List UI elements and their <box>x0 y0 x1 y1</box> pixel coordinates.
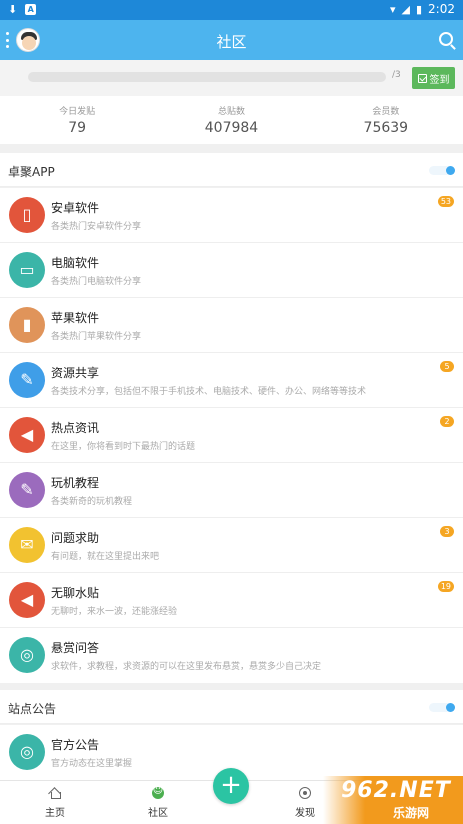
search-icon[interactable] <box>439 32 453 46</box>
lollipop-icon: ◎ <box>9 734 45 770</box>
forum-description: 无聊时，来水一波，还能涨经验 <box>51 607 178 617</box>
home-icon <box>49 787 61 799</box>
section-title: 卓聚APP <box>8 165 55 179</box>
forum-name: 官方公告 <box>51 738 100 752</box>
section-title: 站点公告 <box>8 702 57 716</box>
stat-label: 总贴数 <box>217 107 245 117</box>
forum-name: 悬赏问答 <box>51 641 100 655</box>
forum-description: 各类新奇的玩机教程 <box>51 497 133 507</box>
stat-value: 407984 <box>204 120 259 136</box>
signin-button[interactable]: 签到 <box>412 67 455 89</box>
forum-description: 各类热门苹果软件分享 <box>51 332 142 342</box>
new-post-button[interactable]: + <box>213 768 249 804</box>
megaphone-icon: ◀ <box>9 417 45 453</box>
forum-name: 玩机教程 <box>51 476 100 490</box>
signin-progress-bar <box>28 72 386 82</box>
forum-stats: 今日发贴 79 总贴数 407984 会员数 75639 <box>0 96 463 144</box>
forum-name: 无聊水贴 <box>51 586 100 600</box>
status-bar: ⬇ A ▾ ◢ ▮ 2:02 <box>0 0 463 20</box>
envelope-icon: ✉ <box>9 527 45 563</box>
download-icon: ⬇ <box>8 3 18 16</box>
forum-item[interactable]: ▭ 电脑软件各类热门电脑软件分享 <box>0 243 463 298</box>
app-header: 社区 <box>0 20 463 60</box>
discover-icon <box>299 787 311 799</box>
forum-description: 各类热门电脑软件分享 <box>51 277 142 287</box>
new-post-count-badge: 53 <box>437 196 454 207</box>
forum-item[interactable]: ▯ 安卓软件各类热门安卓软件分享 53 <box>0 188 463 243</box>
signin-button-label: 签到 <box>429 74 450 86</box>
watermark-sub-text: 乐游网 <box>393 806 430 820</box>
stat-value: 79 <box>68 120 87 136</box>
forum-description: 有问题，就在这里提出来吧 <box>51 552 160 562</box>
collapse-toggle-icon[interactable] <box>446 166 455 175</box>
tablet-icon: ▮ <box>9 307 45 343</box>
forum-item[interactable]: ✎ 资源共享各类技术分享，包括但不限于手机技术、电脑技术、硬件、办公、网络等等技术… <box>0 353 463 408</box>
new-post-count-badge: 19 <box>437 581 454 592</box>
collapse-toggle-icon[interactable] <box>446 703 455 712</box>
watermark-main-text: 962.NET <box>341 778 451 803</box>
forum-name: 热点资讯 <box>51 421 100 435</box>
stat-members: 会员数 75639 <box>309 96 463 144</box>
forum-description: 各类热门安卓软件分享 <box>51 222 142 232</box>
check-icon <box>417 73 427 83</box>
forum-item[interactable]: ▮ 苹果软件各类热门苹果软件分享 <box>0 298 463 353</box>
new-post-count-badge: 3 <box>440 526 454 537</box>
forum-name: 安卓软件 <box>51 201 100 215</box>
signal-icon: ◢ <box>401 2 410 16</box>
forum-name: 资源共享 <box>51 366 100 380</box>
monitor-icon: ▭ <box>9 252 45 288</box>
forum-description: 官方动态在这里掌握 <box>51 759 133 769</box>
nav-label: 主页 <box>45 808 65 819</box>
megaphone-icon: ◀ <box>9 582 45 618</box>
forum-name: 电脑软件 <box>51 256 100 270</box>
nav-community[interactable]: 社区 <box>123 781 193 824</box>
signin-row: /3 签到 <box>0 60 463 96</box>
lollipop-icon: ◎ <box>9 637 45 673</box>
forum-item[interactable]: ✎ 玩机教程各类新奇的玩机教程 <box>0 463 463 518</box>
forum-description: 求软件，求教程，求资源的可以在这里发布悬赏，悬赏多少自己决定 <box>51 662 322 672</box>
wifi-icon: ▾ <box>389 2 396 16</box>
forum-item[interactable]: ◎ 悬赏问答求软件，求教程，求资源的可以在这里发布悬赏，悬赏多少自己决定 <box>0 628 463 683</box>
forum-description: 各类技术分享，包括但不限于手机技术、电脑技术、硬件、办公、网络等等技术 <box>51 387 367 397</box>
signin-progress-text: /3 <box>392 70 401 80</box>
nav-label: 社区 <box>148 808 168 819</box>
forum-list-app: ▯ 安卓软件 各类热门安卓软件分享 53 ▭ 电脑软件 各类热门电脑软件分享 ▮ 苹果软件 各类热… <box>0 188 463 683</box>
stat-total-posts: 总贴数 407984 <box>154 96 308 144</box>
wrench-icon: ✎ <box>9 362 45 398</box>
watermark-logo: 962.NET 乐游网 <box>323 776 463 824</box>
forum-description: 在这里，你将看到时下最热门的话题 <box>51 442 196 452</box>
notification-icon: A <box>25 4 37 15</box>
community-icon <box>152 785 164 799</box>
nav-home[interactable]: 主页 <box>20 781 90 824</box>
forum-item[interactable]: ◀ 热点资讯在这里，你将看到时下最热门的话题 2 <box>0 408 463 463</box>
forum-name: 问题求助 <box>51 531 100 545</box>
phone-icon: ▯ <box>9 197 45 233</box>
forum-name: 苹果软件 <box>51 311 100 325</box>
section-header-notice[interactable]: 站点公告 <box>0 690 463 724</box>
forum-item[interactable]: ◀ 无聊水贴无聊时，来水一波，还能涨经验 19 <box>0 573 463 628</box>
new-post-count-badge: 2 <box>440 416 454 427</box>
stat-label: 今日发贴 <box>59 107 96 117</box>
page-title: 社区 <box>216 33 247 51</box>
wrench-icon: ✎ <box>9 472 45 508</box>
forum-item[interactable]: ✉ 问题求助有问题，就在这里提出来吧 3 <box>0 518 463 573</box>
stat-label: 会员数 <box>372 107 400 117</box>
stat-today-posts: 今日发贴 79 <box>0 96 154 144</box>
new-post-count-badge: 5 <box>440 361 454 372</box>
stat-value: 75639 <box>363 120 409 136</box>
section-header-app[interactable]: 卓聚APP <box>0 153 463 187</box>
status-time: 2:02 <box>428 2 455 16</box>
battery-icon: ▮ <box>415 2 423 16</box>
